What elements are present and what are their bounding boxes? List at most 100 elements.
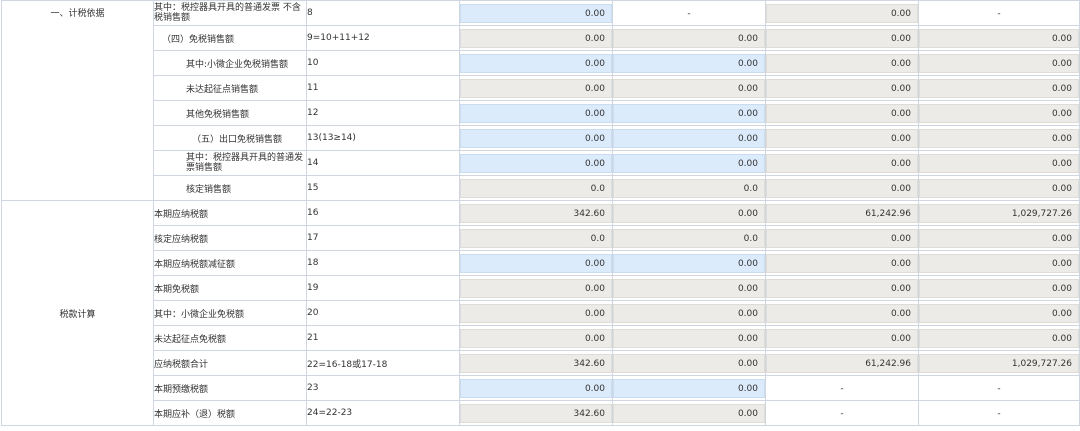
amount-input[interactable]: 0.00 — [613, 53, 765, 73]
amount-input[interactable]: 0.00 — [613, 103, 765, 123]
row-item: 本期应补（退）税额 — [153, 400, 307, 426]
table-row: 核定应纳税额 17 0.0 0.0 0.00 0.00 — [2, 225, 1080, 251]
table-row: 本期应补（退）税额 24=22-23 342.60 0.00 - - — [2, 400, 1080, 426]
value-cell: 0.00 — [918, 50, 1080, 76]
table-row: 一、计税依据 其中：税控器具开具的普通发票 不含税销售额 8 0.00 - 0.… — [1, 0, 1080, 201]
table-row: 其中：小微企业免税额 20 0.00 0.00 0.00 0.00 — [2, 300, 1080, 326]
value-cell: 0.00 — [765, 50, 919, 76]
amount-input[interactable]: 0.00 — [460, 378, 612, 398]
amount-input[interactable]: 0.00 — [460, 3, 612, 23]
row-seq: 15 — [306, 175, 460, 201]
value-cell: 0.00 — [918, 125, 1080, 151]
amount-readonly: 0.00 — [613, 78, 765, 98]
amount-readonly: 0.00 — [919, 128, 1079, 148]
amount-input[interactable]: 0.00 — [613, 128, 765, 148]
amount-readonly: 0.00 — [613, 303, 765, 323]
amount-input[interactable]: 0.00 — [460, 53, 612, 73]
row-item: 其中：税控器具开具的普通发票销售额 — [153, 150, 307, 176]
row-seq: 20 — [306, 300, 460, 326]
amount-readonly: 61,242.96 — [766, 353, 918, 373]
row-seq: 24=22-23 — [306, 400, 460, 426]
row-item: 其他免税销售额 — [153, 100, 307, 126]
amount-readonly: 61,242.96 — [766, 203, 918, 223]
table-row: 其中:小微企业免税销售额 10 0.00 0.00 0.00 0.00 — [2, 50, 1080, 76]
value-cell: 1,029,727.26 — [918, 350, 1080, 376]
amount-input[interactable]: 0.00 — [613, 378, 765, 398]
row-seq: 22=16-18或17-18 — [306, 350, 460, 376]
row-item: （五）出口免税销售额 — [153, 125, 307, 151]
amount-readonly: 0.00 — [766, 53, 918, 73]
row-seq: 10 — [306, 50, 460, 76]
value-cell: 0.00 — [459, 100, 613, 126]
value-cell: 0.00 — [459, 0, 613, 26]
value-cell: 0.00 — [765, 225, 919, 251]
value-cell: 342.60 — [459, 350, 613, 376]
amount-input[interactable]: 0.00 — [460, 128, 612, 148]
amount-readonly: 0.00 — [919, 278, 1079, 298]
amount-input[interactable]: 0.00 — [460, 153, 612, 173]
amount-readonly: 0.00 — [919, 253, 1079, 273]
value-cell: 342.60 — [459, 200, 613, 226]
row-seq: 21 — [306, 325, 460, 351]
amount-readonly: 0.00 — [766, 78, 918, 98]
row-item: 其中:小微企业免税销售额 — [153, 50, 307, 76]
amount-readonly: 0.0 — [613, 178, 765, 198]
value-cell: 0.00 — [612, 200, 766, 226]
value-cell: 0.00 — [612, 25, 766, 51]
amount-readonly: 0.00 — [919, 78, 1079, 98]
row-seq: 11 — [306, 75, 460, 101]
row-item: 本期免税额 — [153, 275, 307, 301]
amount-readonly: 0.00 — [919, 328, 1079, 348]
row-item: 其中：小微企业免税额 — [153, 300, 307, 326]
amount-input[interactable]: 0.00 — [613, 253, 765, 273]
table-row: 其他免税销售额 12 0.00 0.00 0.00 0.00 — [2, 100, 1080, 126]
value-cell: 0.00 — [612, 325, 766, 351]
row-seq: 18 — [306, 250, 460, 276]
row-seq: 13(13≥14) — [306, 125, 460, 151]
amount-readonly: 0.00 — [919, 228, 1079, 248]
value-cell: 0.00 — [765, 150, 919, 176]
row-item: 本期应纳税额减征额 — [153, 250, 307, 276]
row-item: 核定销售额 — [153, 175, 307, 201]
table-row: 税款计算 本期应纳税额 16 342.60 0.00 61,242.96 1,0… — [1, 200, 1080, 426]
table-row: 应纳税额合计 22=16-18或17-18 342.60 0.00 61,242… — [2, 350, 1080, 376]
value-cell: 0.00 — [612, 300, 766, 326]
amount-readonly: 0.0 — [613, 228, 765, 248]
row-seq: 19 — [306, 275, 460, 301]
section-label-tax-basis: 一、计税依据 — [1, 0, 154, 201]
amount-readonly: 0.00 — [766, 103, 918, 123]
value-cell: 0.00 — [918, 150, 1080, 176]
amount-readonly: 0.00 — [613, 28, 765, 48]
amount-readonly: 0.00 — [460, 278, 612, 298]
value-cell: 0.0 — [459, 225, 613, 251]
value-cell: 0.00 — [918, 250, 1080, 276]
value-cell: 0.00 — [612, 75, 766, 101]
table-row: （五）出口免税销售额 13(13≥14) 0.00 0.00 0.00 0.00 — [2, 125, 1080, 151]
amount-input[interactable]: 0.00 — [460, 253, 612, 273]
amount-readonly: 342.60 — [460, 353, 612, 373]
row-seq: 14 — [306, 150, 460, 176]
table-row: 未达起征点免税额 21 0.00 0.00 0.00 0.00 — [2, 325, 1080, 351]
amount-readonly: 0.00 — [460, 28, 612, 48]
value-cell: 0.00 — [459, 275, 613, 301]
value-cell: 0.0 — [612, 175, 766, 201]
not-applicable-cell: - — [997, 8, 1001, 19]
amount-readonly: 1,029,727.26 — [919, 353, 1079, 373]
value-cell: 0.00 — [765, 75, 919, 101]
row-seq: 12 — [306, 100, 460, 126]
amount-readonly: 0.0 — [460, 228, 612, 248]
amount-readonly: 0.00 — [919, 53, 1079, 73]
amount-input[interactable]: 0.00 — [613, 153, 765, 173]
amount-readonly: 0.00 — [766, 3, 918, 23]
tax-declaration-table: 一、计税依据 其中：税控器具开具的普通发票 不含税销售额 8 0.00 - 0.… — [1, 0, 1080, 426]
amount-readonly: 0.00 — [613, 353, 765, 373]
amount-input[interactable]: 0.00 — [460, 103, 612, 123]
amount-readonly: 0.00 — [460, 328, 612, 348]
amount-readonly: 0.00 — [613, 403, 765, 423]
value-cell: 0.00 — [765, 125, 919, 151]
value-cell: 0.00 — [765, 250, 919, 276]
amount-readonly: 0.00 — [460, 303, 612, 323]
table-row: 本期预缴税额 23 0.00 0.00 - - — [2, 375, 1080, 401]
value-cell: - — [918, 375, 1080, 401]
amount-readonly: 0.00 — [919, 153, 1079, 173]
